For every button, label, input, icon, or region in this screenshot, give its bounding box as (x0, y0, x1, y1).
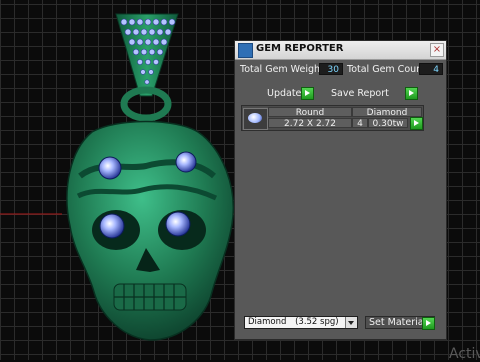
total-gem-weight-label: Total Gem Weight (240, 64, 324, 75)
save-report-button-label[interactable]: Save Report (331, 88, 389, 99)
material-selected: Diamond (248, 317, 287, 327)
set-material-button-label[interactable]: Set Material (369, 317, 426, 328)
total-gem-weight-value: 30 (319, 63, 343, 75)
material-density: (3.52 spg) (295, 317, 339, 327)
set-material-button[interactable] (422, 317, 435, 330)
gem-shape-header: Round (268, 107, 352, 118)
gem-weight-cell: 0.30tw (368, 118, 408, 129)
dropdown-icon[interactable] (345, 317, 357, 328)
gem-reporter-app-icon (238, 43, 253, 58)
gem-thumbnail-icon[interactable] (243, 108, 268, 130)
gem-count-cell: 4 (352, 118, 368, 129)
gem-reporter-panel: GEM REPORTER × Total Gem Weight 30 Total… (234, 40, 447, 340)
panel-titlebar[interactable]: GEM REPORTER × (235, 41, 446, 60)
total-gem-count-label: Total Gem Count (347, 64, 426, 75)
total-gem-count-value: 4 (419, 63, 443, 75)
gem-list-table: Round Diamond 2.72 X 2.72 4 0.30tw (241, 105, 424, 131)
update-button[interactable] (301, 87, 314, 100)
close-icon[interactable]: × (430, 43, 444, 57)
update-button-label[interactable]: Update (267, 88, 301, 99)
panel-title: GEM REPORTER (256, 43, 344, 54)
set-material-button-frame[interactable]: Set Material (365, 316, 435, 330)
save-report-button[interactable] (405, 87, 418, 100)
gem-material-header: Diamond (352, 107, 422, 118)
material-dropdown[interactable]: Diamond (3.52 spg) (244, 316, 358, 329)
gem-row-play-button[interactable] (410, 117, 423, 130)
gem-size-cell: 2.72 X 2.72 (268, 118, 352, 129)
